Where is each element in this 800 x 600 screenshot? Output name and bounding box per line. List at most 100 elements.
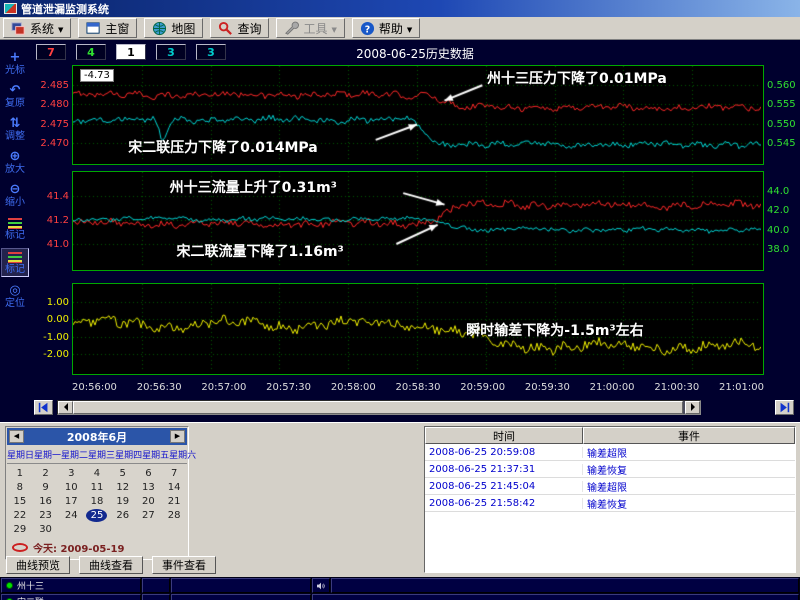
svg-text:?: ?	[365, 24, 370, 35]
event-row[interactable]: 2008-06-25 20:59:08输差超限	[425, 444, 795, 461]
time-axis: 20:56:0020:56:3020:57:0020:57:3020:58:00…	[72, 382, 764, 393]
dropdown-caret-icon	[331, 21, 336, 35]
status-segment	[142, 578, 170, 593]
chart-panel: 7 4 1 3 3 2008-06-25历史数据 2.4852.4802.475…	[30, 40, 800, 422]
status-segment	[331, 578, 799, 593]
calendar-weekday-label: 星期五	[142, 448, 169, 461]
skip-end-icon	[779, 402, 790, 413]
scrollbar-thumb[interactable]	[73, 401, 683, 414]
event-table-header: 时间 事件	[425, 427, 795, 444]
sidebar-item-label: 调整	[5, 131, 25, 142]
calendar-day	[84, 523, 110, 536]
speaker-icon[interactable]	[312, 578, 330, 593]
skip-to-end-button[interactable]	[775, 400, 794, 415]
calendar-day[interactable]: 29	[7, 523, 33, 536]
calendar-day[interactable]: 28	[161, 509, 187, 522]
sidebar-item-label: 标记	[5, 230, 25, 241]
calendar-day[interactable]: 14	[161, 481, 187, 494]
calendar-day[interactable]: 17	[58, 495, 84, 508]
query-button[interactable]: 查询	[210, 18, 269, 38]
calendar-day[interactable]: 8	[7, 481, 33, 494]
status-segment	[171, 578, 311, 593]
map-button[interactable]: 地图	[144, 18, 203, 38]
calendar-day	[161, 523, 187, 536]
calendar-day[interactable]: 3	[58, 467, 84, 480]
calendar-prev-button[interactable]	[9, 430, 24, 443]
calendar-day[interactable]: 25	[84, 509, 110, 522]
axis-tick-label: 0.545	[767, 138, 796, 149]
curve-preview-button[interactable]: 曲线预览	[6, 556, 70, 574]
event-time-cell: 2008-06-25 21:45:04	[425, 481, 583, 492]
station-status-1: 州十三	[1, 578, 141, 593]
status-indicator-icon	[6, 582, 13, 589]
calendar-day[interactable]: 10	[58, 481, 84, 494]
skip-to-start-button[interactable]	[34, 400, 53, 415]
pressure-right-axis: 0.5600.5550.5500.545	[764, 65, 798, 165]
main-window-button[interactable]: 主窗	[78, 18, 137, 38]
calendar-day[interactable]: 1	[7, 467, 33, 480]
pressure-plot-area[interactable]: 州十三压力下降了0.01MPa宋二联压力下降了0.014MPa-4.73	[72, 65, 764, 165]
menu-system-label: 系统	[30, 20, 54, 37]
sidebar-item-zoom-in[interactable]: ⊕ 放大	[1, 149, 29, 176]
flow-plot-area[interactable]: 州十三流量上升了0.31m³宋二联流量下降了1.16m³	[72, 171, 764, 271]
sidebar-item-restore[interactable]: ↶ 复原	[1, 83, 29, 110]
calendar-day[interactable]: 9	[33, 481, 59, 494]
event-row[interactable]: 2008-06-25 21:45:04输差超限	[425, 478, 795, 495]
help-button[interactable]: ? 帮助	[352, 18, 420, 38]
calendar-day[interactable]: 11	[84, 481, 110, 494]
event-row[interactable]: 2008-06-25 21:37:31输差恢复	[425, 461, 795, 478]
calendar-day[interactable]: 15	[7, 495, 33, 508]
station-name: 宋二联	[17, 595, 44, 600]
curve-view-button[interactable]: 曲线查看	[79, 556, 143, 574]
undo-icon: ↶	[1, 84, 29, 98]
axis-tick-label: 40.0	[767, 225, 789, 236]
event-view-button[interactable]: 事件查看	[152, 556, 216, 574]
calendar-day[interactable]: 2	[33, 467, 59, 480]
calendar-day[interactable]: 22	[7, 509, 33, 522]
sidebar-item-adjust[interactable]: ⇅ 调整	[1, 116, 29, 143]
event-column-header[interactable]: 事件	[583, 427, 795, 444]
skip-start-icon	[38, 402, 49, 413]
calendar-day[interactable]: 23	[33, 509, 59, 522]
pressure-chart: 2.4852.4802.4752.470 州十三压力下降了0.01MPa宋二联压…	[32, 65, 798, 165]
calendar-day[interactable]: 4	[84, 467, 110, 480]
event-row[interactable]: 2008-06-25 21:58:42输差恢复	[425, 495, 795, 512]
sidebar-item-label: 定位	[5, 298, 25, 309]
scroll-left-arrow[interactable]	[58, 401, 73, 414]
time-column-header[interactable]: 时间	[425, 427, 583, 444]
sidebar-item-mark-2[interactable]: 标记	[1, 248, 29, 277]
scroll-right-arrow[interactable]	[685, 401, 700, 414]
sidebar-item-locate[interactable]: ◎ 定位	[1, 283, 29, 310]
calendar: 2008年6月 星期日星期一星期二星期三星期四星期五星期六 1234567891…	[5, 426, 189, 560]
calendar-day[interactable]: 6	[136, 467, 162, 480]
menu-system-button[interactable]: 系统	[3, 18, 71, 38]
sidebar-item-zoom-out[interactable]: ⊖ 缩小	[1, 182, 29, 209]
axis-tick-label: 0.560	[767, 80, 796, 91]
calendar-day[interactable]: 19	[110, 495, 136, 508]
x-axis-tick-label: 21:01:00	[719, 382, 764, 393]
calendar-next-button[interactable]	[170, 430, 185, 443]
calendar-today-row[interactable]: 今天: 2009-05-19	[7, 538, 187, 558]
axis-tick-label: 0.550	[767, 119, 796, 130]
time-scrollbar[interactable]	[57, 400, 701, 415]
calendar-day[interactable]: 20	[136, 495, 162, 508]
calendar-day[interactable]: 13	[136, 481, 162, 494]
tools-button[interactable]: 工具	[276, 18, 344, 38]
calendar-day[interactable]: 30	[33, 523, 59, 536]
calendar-day[interactable]: 18	[84, 495, 110, 508]
calendar-day[interactable]: 16	[33, 495, 59, 508]
calendar-day[interactable]: 27	[136, 509, 162, 522]
calendar-day[interactable]: 21	[161, 495, 187, 508]
sidebar-item-cursor[interactable]: + 光标	[1, 50, 29, 77]
calendar-day[interactable]: 26	[110, 509, 136, 522]
calendar-day[interactable]: 12	[110, 481, 136, 494]
difference-plot-area[interactable]: 瞬时输差下降为-1.5m³左右	[72, 283, 764, 375]
calendar-selected-day[interactable]: 25	[86, 509, 107, 522]
bottom-panel: 2008年6月 星期日星期一星期二星期三星期四星期五星期六 1234567891…	[0, 422, 800, 577]
event-time-cell: 2008-06-25 20:59:08	[425, 447, 583, 458]
status-segment	[142, 594, 170, 600]
sidebar-item-mark-1[interactable]: 标记	[1, 215, 29, 242]
calendar-day[interactable]: 7	[161, 467, 187, 480]
calendar-day[interactable]: 5	[110, 467, 136, 480]
calendar-day[interactable]: 24	[58, 509, 84, 522]
